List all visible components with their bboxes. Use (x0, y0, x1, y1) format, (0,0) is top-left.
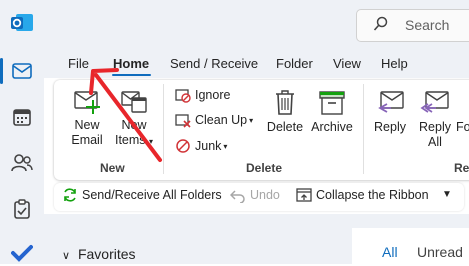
junk-icon (176, 139, 190, 153)
new-email-button[interactable]: New Email (66, 88, 108, 148)
forward-label: Fo (456, 120, 469, 134)
outlook-logo-icon[interactable] (9, 10, 35, 36)
active-indicator (0, 58, 3, 84)
tab-help[interactable]: Help (381, 56, 408, 71)
junk-label: Junk (195, 139, 222, 153)
ribbon-divider (163, 84, 164, 174)
collapse-ribbon-label: Collapse the Ribbon (316, 188, 429, 202)
search-icon (373, 16, 389, 37)
clean-up-icon (175, 114, 191, 128)
reply-all-icon (420, 91, 449, 113)
new-items-label: New Items ▾ (114, 118, 154, 147)
chevron-down-icon: ▾ (223, 141, 228, 151)
undo-label: Undo (250, 188, 280, 202)
new-email-label: New Email (71, 118, 103, 147)
ribbon-divider (363, 84, 364, 174)
reply-label: Reply (374, 120, 406, 134)
archive-icon (319, 91, 345, 115)
reply-all-label: Reply All (419, 120, 451, 149)
mail-icon[interactable] (9, 58, 35, 84)
delete-label: Delete (266, 120, 304, 134)
tab-folder[interactable]: Folder (276, 56, 313, 71)
reply-icon (378, 91, 404, 113)
group-label-respond: Re (454, 161, 469, 175)
chevron-down-icon: ∨ (62, 250, 71, 262)
chevron-down-icon: ▾ (249, 115, 254, 125)
people-icon[interactable] (9, 150, 35, 176)
undo-icon (230, 190, 245, 203)
ignore-icon (175, 89, 191, 103)
collapse-ribbon-icon (296, 188, 312, 202)
new-items-button[interactable]: New Items ▾ (112, 88, 156, 149)
active-tab-underline (112, 74, 151, 76)
chevron-down-icon: ▼ (442, 189, 452, 200)
app-rail (0, 0, 44, 264)
archive-button[interactable]: Archive (308, 88, 356, 135)
send-receive-all-label: Send/Receive All Folders (82, 188, 222, 202)
filter-tab-all[interactable]: All (382, 244, 398, 260)
delete-button[interactable]: Delete (266, 88, 304, 135)
new-email-icon (74, 91, 100, 114)
search-placeholder: Search (405, 17, 450, 33)
customize-toolbar-dropdown[interactable]: ▼ (442, 189, 452, 200)
send-receive-all-button[interactable]: Send/Receive All Folders (62, 187, 222, 203)
junk-button[interactable]: Junk ▾ (175, 138, 227, 154)
group-label-new: New (100, 161, 125, 175)
tab-send-receive[interactable]: Send / Receive (170, 56, 258, 71)
tasks-icon[interactable] (9, 196, 35, 222)
ignore-label: Ignore (195, 88, 231, 102)
clean-up-label: Clean Up (195, 113, 248, 127)
calendar-icon[interactable] (9, 104, 35, 130)
todo-check-icon[interactable] (9, 240, 35, 266)
trash-icon (276, 90, 294, 115)
group-label-delete: Delete (246, 161, 283, 175)
forward-button[interactable]: Fo (456, 120, 469, 135)
tab-file[interactable]: File (68, 56, 89, 71)
clean-up-button[interactable]: Clean Up ▾ (175, 112, 253, 128)
reply-all-button[interactable]: Reply All (414, 88, 456, 150)
undo-button[interactable]: Undo (230, 187, 280, 203)
ignore-button[interactable]: Ignore (175, 87, 230, 103)
favorites-label: Favorites (77, 246, 136, 262)
archive-label: Archive (311, 120, 353, 134)
chevron-down-icon: ▾ (149, 137, 154, 146)
reply-button[interactable]: Reply (370, 88, 410, 135)
filter-tab-unread[interactable]: Unread (417, 244, 463, 260)
favorites-header[interactable]: ∨ Favorites (62, 246, 136, 262)
tab-home[interactable]: Home (113, 56, 149, 71)
collapse-ribbon-button[interactable]: Collapse the Ribbon (296, 187, 429, 203)
search-box[interactable]: Search (356, 9, 469, 42)
new-items-icon (121, 91, 147, 113)
tab-view[interactable]: View (333, 56, 361, 71)
sync-icon (64, 188, 76, 202)
